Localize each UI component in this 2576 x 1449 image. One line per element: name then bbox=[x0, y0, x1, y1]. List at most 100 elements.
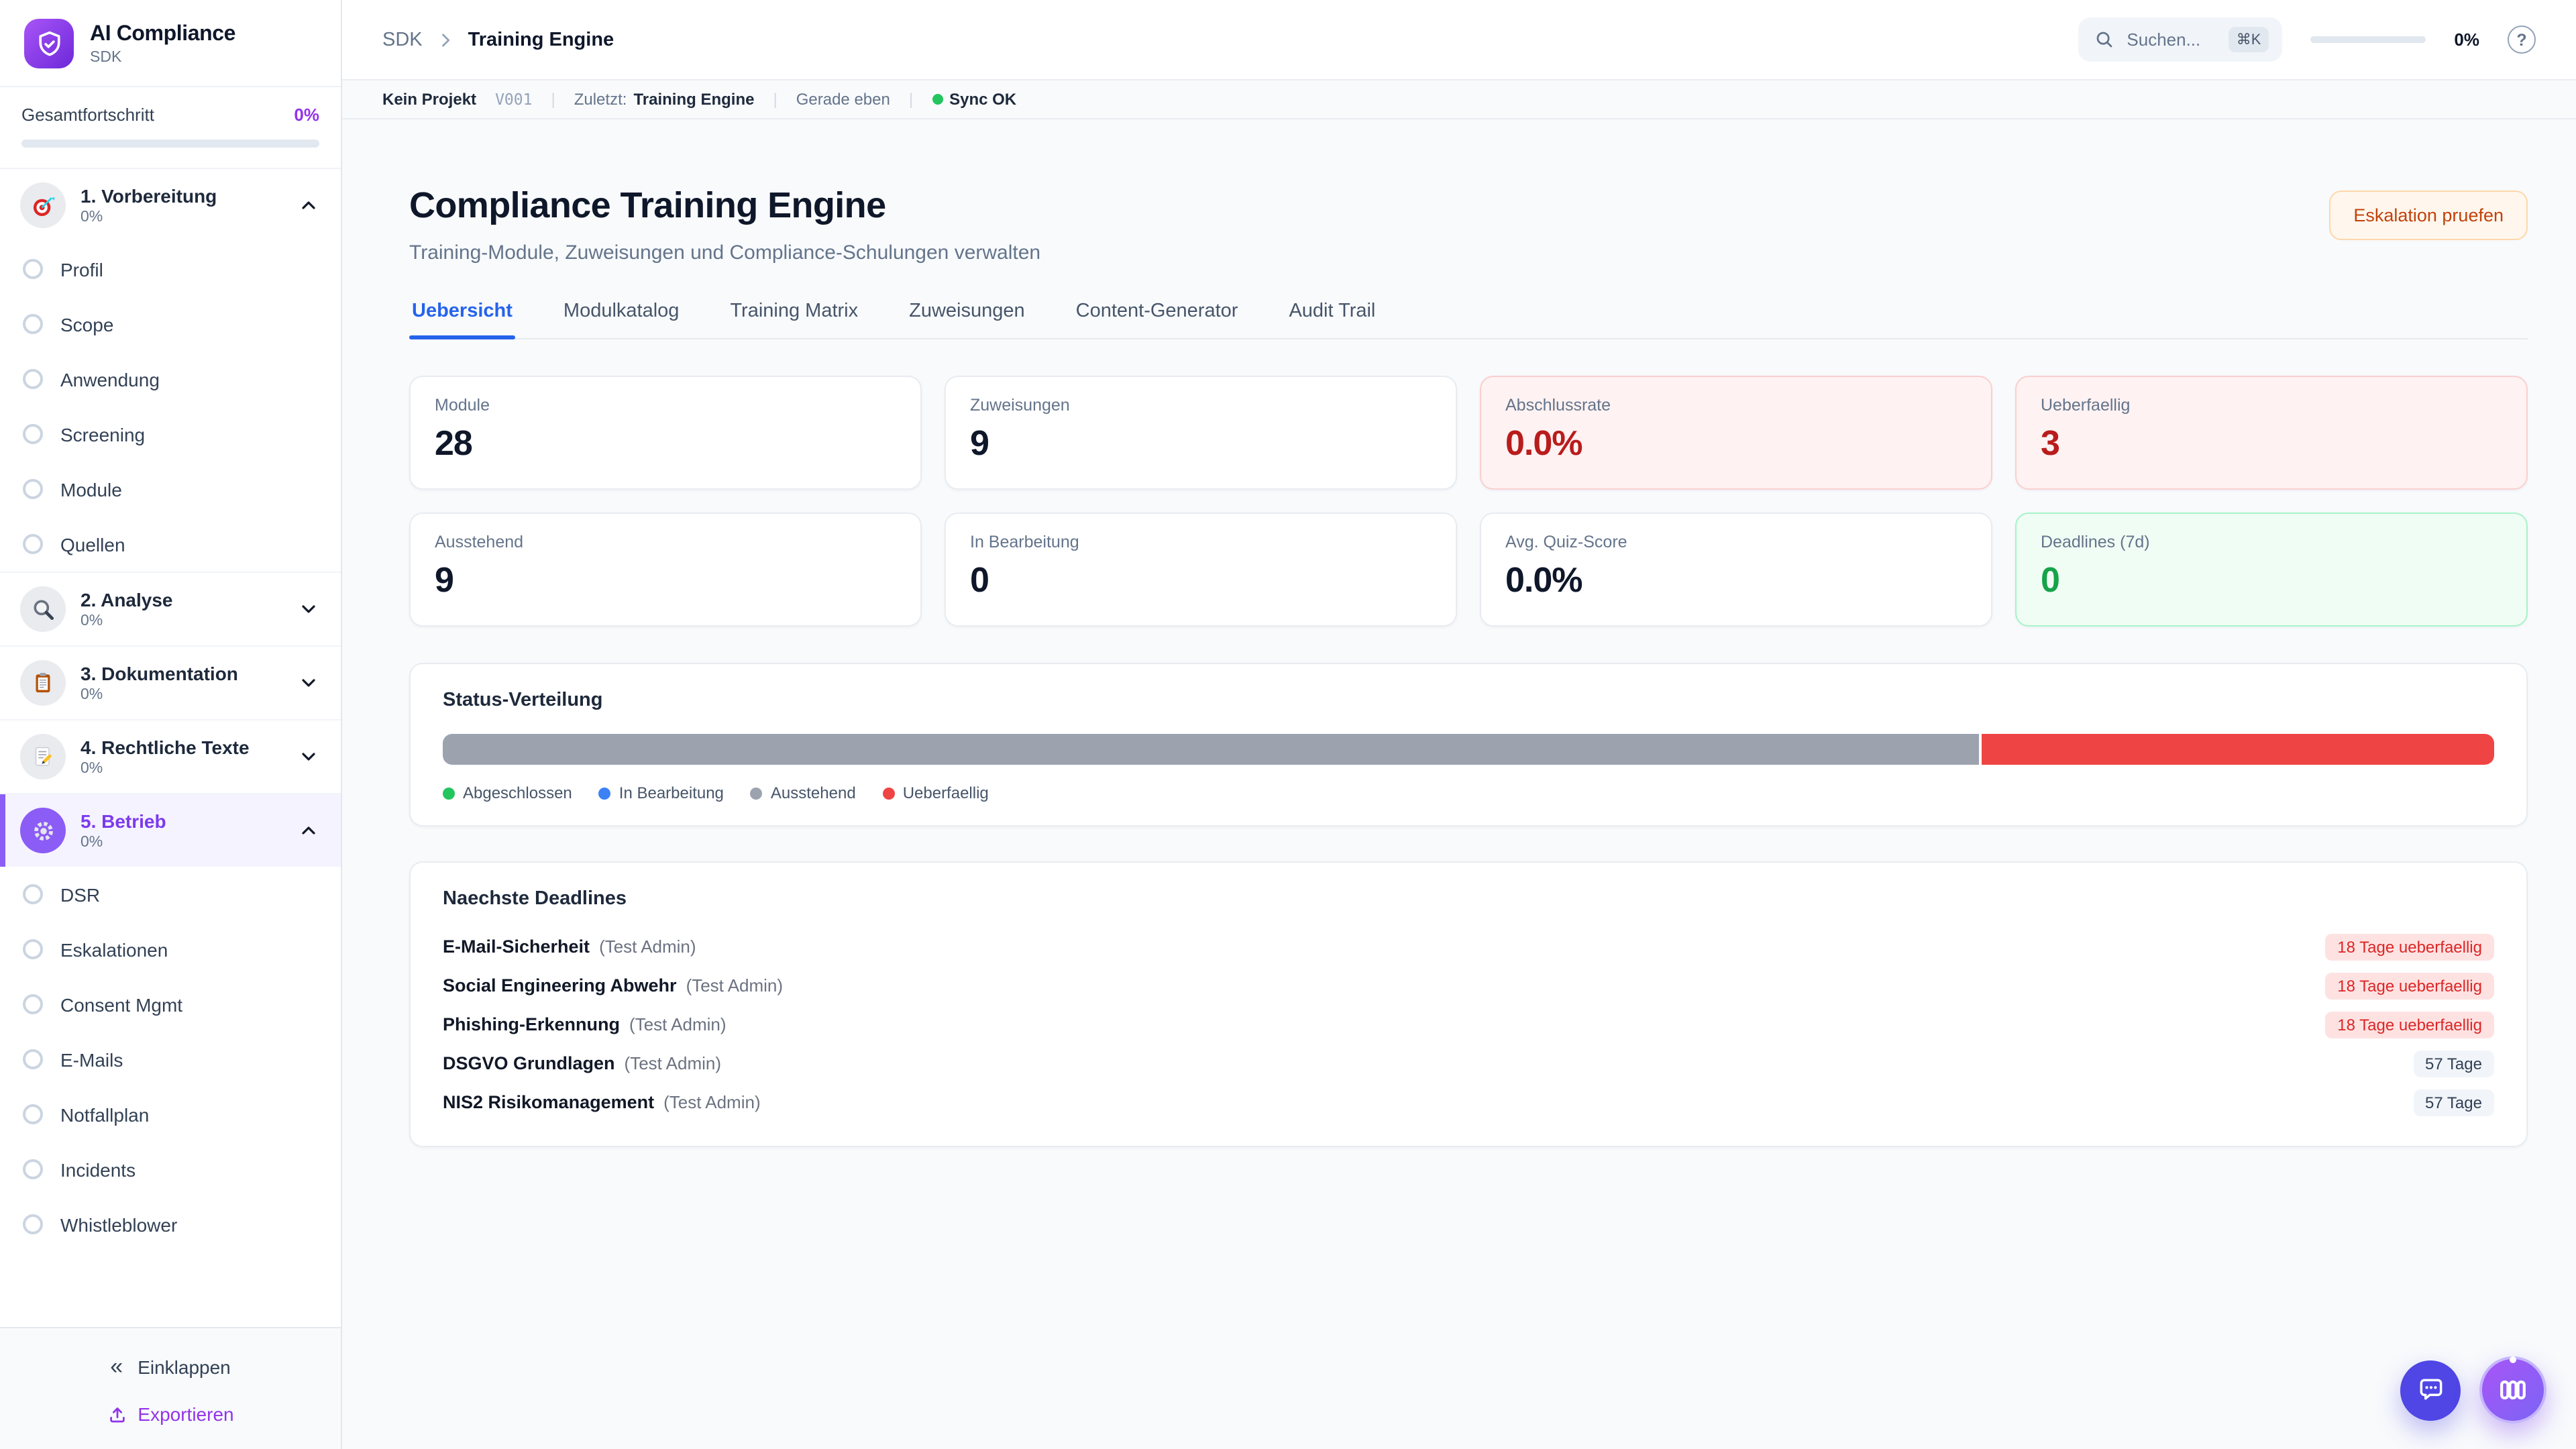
chat-bubble-icon bbox=[2416, 1375, 2445, 1405]
sidebar-item-anwendung[interactable]: Anwendung bbox=[0, 352, 341, 407]
deadline-assignee: (Test Admin) bbox=[599, 936, 696, 957]
header-progress-value: 0% bbox=[2454, 30, 2479, 50]
target-icon bbox=[20, 182, 66, 228]
upload-icon bbox=[107, 1404, 127, 1424]
sidebar-section-1[interactable]: 1. Vorbereitung0% bbox=[0, 169, 341, 241]
legend-item-in-bearbeitung: In Bearbeitung bbox=[599, 784, 724, 802]
deadline-row: E-Mail-Sicherheit (Test Admin) 18 Tage ueb… bbox=[443, 927, 2494, 966]
search-icon bbox=[2094, 30, 2114, 50]
chat-bubble-button[interactable] bbox=[2400, 1360, 2461, 1420]
overall-progress: Gesamtfortschritt 0% bbox=[0, 87, 341, 169]
overall-progress-label: Gesamtfortschritt bbox=[21, 105, 154, 125]
freshness: Gerade eben bbox=[796, 90, 890, 109]
deadline-badge: 57 Tage bbox=[2413, 1089, 2494, 1116]
stat-card-ueberfaellig: Ueberfaellig3 bbox=[2015, 376, 2528, 490]
deadline-module-name: Phishing-Erkennung bbox=[443, 1014, 620, 1034]
last-module: Zuletzt: Training Engine bbox=[574, 90, 755, 109]
deadline-assignee: (Test Admin) bbox=[686, 975, 784, 996]
collapse-sidebar-button[interactable]: « Einklappen bbox=[97, 1346, 244, 1387]
bar-segment-ausstehend bbox=[443, 734, 1980, 765]
status-legend: AbgeschlossenIn BearbeitungAusstehendUeb… bbox=[443, 784, 2494, 802]
sidebar-section-5[interactable]: 5. Betrieb0% bbox=[0, 794, 341, 867]
chevron-up-icon bbox=[298, 820, 319, 841]
sidebar-section-4[interactable]: 4. Rechtliche Texte0% bbox=[0, 720, 341, 793]
sidebar-section-3[interactable]: 3. Dokumentation0% bbox=[0, 647, 341, 719]
tab-audit-trail[interactable]: Audit Trail bbox=[1286, 298, 1378, 338]
legend-dot-icon bbox=[751, 787, 763, 799]
deadline-assignee: (Test Admin) bbox=[663, 1092, 761, 1112]
separator: | bbox=[773, 90, 777, 109]
sidebar-item-profil[interactable]: Profil bbox=[0, 241, 341, 297]
section-percent: 0% bbox=[80, 687, 283, 703]
stat-card-abschlussrate: Abschlussrate0.0% bbox=[1480, 376, 1992, 490]
sync-status: Sync OK bbox=[932, 90, 1016, 109]
search-input[interactable]: Suchen... ⌘K bbox=[2078, 17, 2282, 62]
sidebar-item-module[interactable]: Module bbox=[0, 462, 341, 517]
topbar: SDK Training Engine Suchen... ⌘K 0% ? bbox=[342, 0, 2576, 80]
export-button[interactable]: Exportieren bbox=[93, 1395, 247, 1433]
sidebar-item-quellen[interactable]: Quellen bbox=[0, 517, 341, 572]
next-deadlines-title: Naechste Deadlines bbox=[443, 888, 2494, 910]
version-tag: V001 bbox=[495, 90, 532, 109]
status-circle-icon bbox=[23, 1049, 43, 1069]
tab-zuweisungen[interactable]: Zuweisungen bbox=[906, 298, 1028, 338]
project-name: Kein Projekt bbox=[382, 90, 476, 109]
tab-content-generator[interactable]: Content-Generator bbox=[1073, 298, 1241, 338]
brand-subtitle: SDK bbox=[90, 49, 235, 65]
tab-uebersicht[interactable]: Uebersicht bbox=[409, 298, 515, 338]
deadline-badge: 18 Tage ueberfaellig bbox=[2325, 933, 2494, 960]
status-circle-icon bbox=[23, 1214, 43, 1234]
check-escalation-button[interactable]: Eskalation pruefen bbox=[2329, 191, 2528, 240]
deadline-rows: E-Mail-Sicherheit (Test Admin) 18 Tage ueb… bbox=[443, 927, 2494, 1122]
section-label: 4. Rechtliche Texte bbox=[80, 737, 283, 758]
sidebar-item-consent-mgmt[interactable]: Consent Mgmt bbox=[0, 977, 341, 1032]
deadline-row: Social Engineering Abwehr(Test Admin)18 … bbox=[443, 966, 2494, 1005]
sidebar-item-label: Scope bbox=[60, 313, 113, 335]
deadline-module-name: DSGVO Grundlagen bbox=[443, 1053, 615, 1073]
nav-section: 5. Betrieb0% DSR EskalationenConsent MgmtE… bbox=[0, 793, 341, 1252]
section-label: 2. Analyse bbox=[80, 589, 283, 610]
breadcrumb-root[interactable]: SDK bbox=[382, 29, 423, 50]
chevron-down-icon bbox=[298, 746, 319, 767]
sidebar-item-incidents[interactable]: Incidents bbox=[0, 1142, 341, 1197]
status-circle-icon bbox=[23, 1104, 43, 1124]
section-meta: 2. Analyse 0% bbox=[80, 589, 283, 629]
gear-icon bbox=[20, 808, 66, 853]
stat-card-avg-quiz-score: Avg. Quiz-Score0.0% bbox=[1480, 513, 1992, 627]
stat-value: 28 bbox=[435, 423, 896, 464]
panel-columns-button[interactable] bbox=[2479, 1356, 2546, 1424]
status-circle-icon bbox=[23, 259, 43, 279]
status-circle-icon bbox=[23, 1159, 43, 1179]
section-label: 5. Betrieb bbox=[80, 810, 283, 832]
tab-modulkatalog[interactable]: Modulkatalog bbox=[561, 298, 682, 338]
sidebar-item-dsr[interactable]: DSR bbox=[0, 867, 341, 922]
section-meta: 1. Vorbereitung0% bbox=[80, 185, 283, 225]
sidebar-item-whistleblower[interactable]: Whistleblower bbox=[0, 1197, 341, 1252]
legend-dot-icon bbox=[599, 787, 611, 799]
sidebar-item-eskalationen[interactable]: Eskalationen bbox=[0, 922, 341, 977]
sidebar-item-scope[interactable]: Scope bbox=[0, 297, 341, 352]
stat-label: Ueberfaellig bbox=[2041, 396, 2502, 415]
app: AI Compliance SDK Gesamtfortschritt 0% 1… bbox=[0, 0, 2576, 1449]
sidebar-item-e-mails[interactable]: E-Mails bbox=[0, 1032, 341, 1087]
collapse-label: Einklappen bbox=[138, 1356, 231, 1377]
sidebar-section-2[interactable]: 2. Analyse 0% bbox=[0, 573, 341, 645]
columns-icon bbox=[2497, 1374, 2529, 1406]
deadline-row: DSGVO Grundlagen(Test Admin)57 Tage bbox=[443, 1044, 2494, 1083]
section-percent: 0% bbox=[80, 613, 283, 629]
stat-card-module: Module28 bbox=[409, 376, 922, 490]
sidebar-item-screening[interactable]: Screening bbox=[0, 407, 341, 462]
content: Compliance Training Engine Training-Modu… bbox=[342, 119, 2576, 1449]
sidebar-item-label: DSR bbox=[60, 883, 100, 905]
help-icon[interactable]: ? bbox=[2508, 25, 2536, 54]
legend-item-abgeschlossen: Abgeschlossen bbox=[443, 784, 572, 802]
search-shortcut-badge: ⌘K bbox=[2229, 27, 2269, 52]
tab-training-matrix[interactable]: Training Matrix bbox=[727, 298, 861, 338]
sidebar-item-notfallplan[interactable]: Notfallplan bbox=[0, 1087, 341, 1142]
chevron-right-icon bbox=[436, 30, 455, 49]
deadline-module-name: Social Engineering Abwehr bbox=[443, 975, 677, 996]
tab-bar: Uebersicht Modulkatalog Training Matrix Zuw… bbox=[409, 298, 2528, 339]
deadline-module-name: E-Mail-Sicherheit bbox=[443, 936, 590, 957]
stat-label: In Bearbeitung bbox=[970, 533, 1432, 551]
brand[interactable]: AI Compliance SDK bbox=[0, 0, 341, 87]
